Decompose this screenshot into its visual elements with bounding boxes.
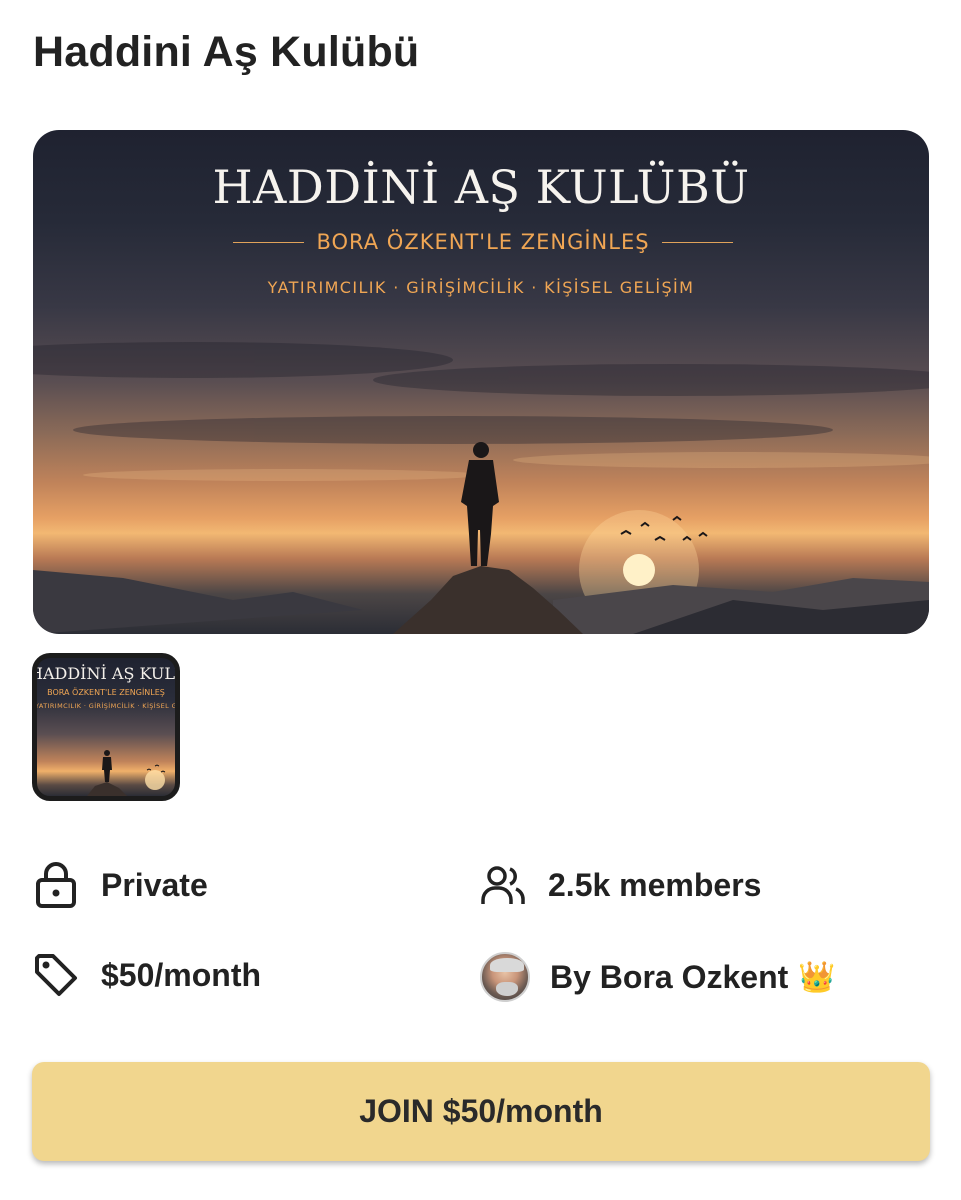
members-info[interactable]: 2.5k members <box>480 862 761 908</box>
crown-icon: 👑 <box>798 960 836 994</box>
members-count: 2.5k members <box>548 866 762 903</box>
thumbnail-tags: YATIRIMCILIK · GİRİŞİMCİLİK · KİŞİSEL GE… <box>35 702 178 710</box>
lock-icon <box>36 862 76 908</box>
owner-name: By Bora Ozkent <box>550 958 789 995</box>
owner-info[interactable]: By Bora Ozkent 👑 <box>480 952 836 1002</box>
gallery-thumbnail[interactable]: HADDİNİ AŞ KULÜBÜ BORA ÖZKENT'LE ZENGİNL… <box>32 653 180 801</box>
privacy-label: Private <box>101 866 208 903</box>
price-info: $50/month <box>33 952 261 998</box>
avatar[interactable] <box>480 952 530 1002</box>
join-button[interactable]: JOIN $50/month <box>32 1062 930 1161</box>
privacy-info: Private <box>33 862 208 908</box>
avatar-beard <box>496 982 518 996</box>
price-label: $50/month <box>101 956 262 993</box>
users-icon <box>481 866 525 904</box>
divider-right <box>661 241 733 243</box>
hero-subheading: BORA ÖZKENT'LE ZENGİNLEŞ <box>233 230 733 254</box>
thumbnail-subheading: BORA ÖZKENT'LE ZENGİNLEŞ <box>47 688 165 697</box>
tag-icon <box>35 954 77 996</box>
hero-banner-image[interactable]: HADDİNİ AŞ KULÜBÜ BORA ÖZKENT'LE ZENGİNL… <box>33 130 929 634</box>
hero-tags: YATIRIMCILIK · GİRİŞİMCİLİK · KİŞİSEL GE… <box>267 278 695 297</box>
hero-heading: HADDİNİ AŞ KULÜBÜ <box>212 160 750 214</box>
thumbnail-heading: HADDİNİ AŞ KULÜBÜ <box>32 664 175 683</box>
group-page: Haddini Aş Kulübü HADDİNİ AŞ KULÜBÜ BORA… <box>0 0 961 1200</box>
divider-left <box>233 241 305 243</box>
page-title: Haddini Aş Kulübü <box>33 28 420 76</box>
avatar-hair <box>490 958 524 972</box>
hero-subheading-text: BORA ÖZKENT'LE ZENGİNLEŞ <box>316 230 650 254</box>
